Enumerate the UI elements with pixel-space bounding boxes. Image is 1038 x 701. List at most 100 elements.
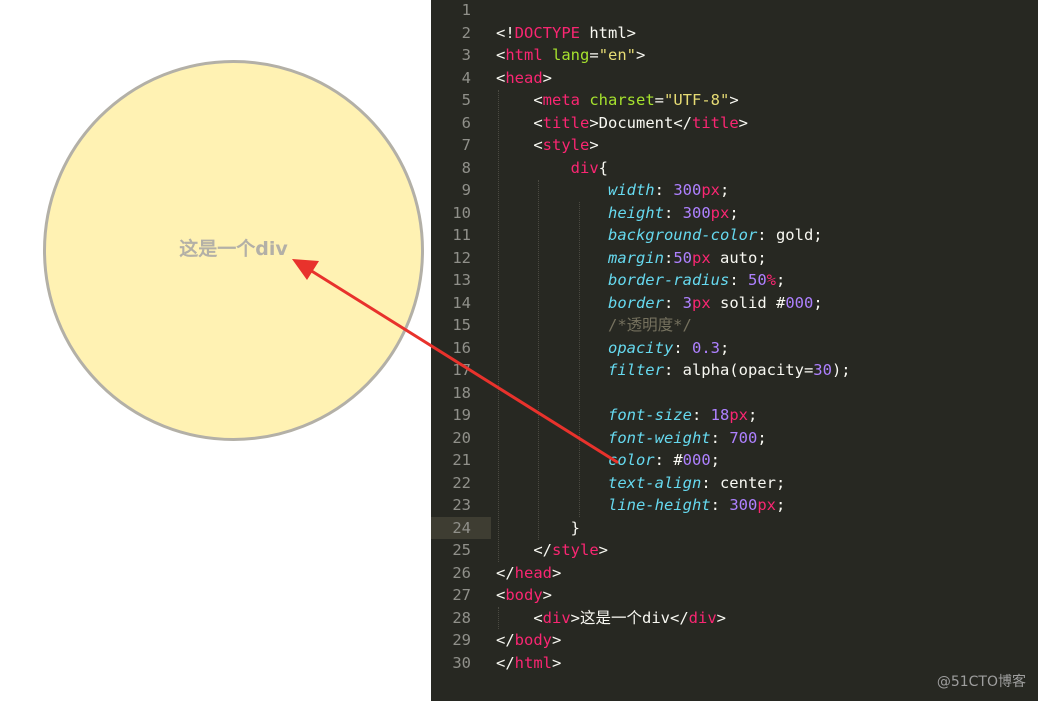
line-number: 25	[452, 541, 471, 559]
code-line[interactable]: 14 border: 3px solid #000;	[431, 292, 1038, 315]
line-number: 9	[461, 181, 471, 199]
line-number: 11	[452, 226, 471, 244]
line-number: 28	[452, 608, 471, 627]
code-token: : gold;	[757, 226, 823, 244]
code-line[interactable]: 25 </style>	[431, 539, 1038, 562]
code-token: <	[496, 136, 543, 154]
code-line[interactable]: 15 /*透明度*/	[431, 314, 1038, 337]
code-line[interactable]: 1	[431, 0, 1038, 22]
code-line[interactable]: 23 line-height: 300px;	[431, 494, 1038, 517]
code-line[interactable]: 28 <div>这是一个div</div>	[431, 607, 1038, 630]
code-line[interactable]: 5 <meta charset="UTF-8">	[431, 89, 1038, 112]
code-line[interactable]: 27 <body>	[431, 584, 1038, 607]
line-number: 23	[452, 496, 471, 514]
code-line[interactable]: 22 text-align: center;	[431, 472, 1038, 495]
code-token: px	[710, 203, 730, 222]
code-token: font-size	[607, 406, 692, 424]
code-line[interactable]: 17 filter: alpha(opacity=30);	[431, 359, 1038, 382]
code-line[interactable]: 24 }	[431, 516, 1038, 540]
code-token: ;	[813, 293, 823, 312]
code-token: style	[552, 541, 599, 559]
code-token: : center;	[701, 473, 786, 492]
code-token: /*透明度*/	[607, 316, 692, 334]
code-token: border	[607, 293, 664, 312]
code-line[interactable]: 12 margin:50px auto;	[431, 247, 1038, 270]
line-code: <head>	[496, 67, 552, 90]
line-number: 15	[452, 316, 471, 334]
line-number: 29	[452, 631, 471, 649]
code-token: background-color	[607, 226, 758, 244]
code-token: >	[552, 631, 562, 649]
code-line[interactable]: 16 opacity: 0.3;	[431, 337, 1038, 360]
code-line[interactable]: 3 <html lang="en">	[431, 44, 1038, 67]
code-token: ;	[719, 338, 730, 357]
code-line[interactable]: 7 <style>	[431, 134, 1038, 157]
line-number: 12	[452, 248, 471, 267]
code-line[interactable]: 6 <title>Document</title>	[431, 112, 1038, 135]
line-number: 22	[452, 473, 471, 492]
code-line[interactable]: 9 width: 300px;	[431, 179, 1038, 202]
code-line[interactable]: 19 font-size: 18px;	[431, 404, 1038, 427]
line-code: font-weight: 700;	[496, 427, 767, 450]
line-code: </head>	[496, 562, 561, 585]
code-line[interactable]: 2 <!DOCTYPE html>	[431, 22, 1038, 45]
code-token: >这是一个div</	[570, 608, 689, 627]
code-token: =	[589, 46, 599, 64]
line-code: border-radius: 50%;	[496, 269, 785, 292]
code-token: 700	[729, 428, 758, 447]
code-token: html	[505, 46, 543, 64]
code-token: html	[514, 653, 552, 672]
code-line[interactable]: 8 div{	[431, 157, 1038, 180]
line-number: 16	[452, 338, 471, 357]
code-token: margin	[607, 248, 664, 267]
line-code: font-size: 18px;	[496, 404, 757, 427]
code-token: px	[692, 293, 711, 312]
code-token: body	[505, 586, 543, 604]
line-number: 6	[461, 113, 471, 132]
code-token: head	[514, 563, 552, 582]
code-token: div	[542, 608, 571, 627]
code-token: {	[598, 158, 608, 177]
code-line[interactable]: 26 </head>	[431, 562, 1038, 585]
code-token: :	[710, 428, 730, 447]
code-line[interactable]: 21 color: #000;	[431, 449, 1038, 472]
line-number: 17	[452, 361, 471, 379]
code-token: 300	[682, 203, 711, 222]
line-code: text-align: center;	[496, 472, 785, 495]
code-token: charset	[589, 91, 655, 109]
code-token: text-align	[607, 473, 702, 492]
line-number: 2	[461, 23, 471, 42]
line-number: 8	[461, 158, 471, 177]
code-line[interactable]: 29 </body>	[431, 629, 1038, 652]
code-token: : #	[654, 451, 683, 469]
code-token: px	[757, 496, 776, 514]
line-number: 7	[461, 136, 471, 154]
code-token: ;	[720, 181, 730, 199]
code-line[interactable]: 10 height: 300px;	[431, 202, 1038, 225]
code-token: >	[552, 653, 562, 672]
line-code: }	[496, 517, 580, 540]
code-token: <	[496, 586, 506, 604]
code-line[interactable]: 4 <head>	[431, 67, 1038, 90]
code-line[interactable]: 18	[431, 382, 1038, 405]
code-token: 000	[785, 293, 814, 312]
code-token: </	[496, 541, 552, 559]
line-code: </style>	[496, 539, 608, 562]
code-token: ;	[729, 203, 739, 222]
code-line[interactable]: 20 font-weight: 700;	[431, 427, 1038, 450]
code-token: >Document</	[589, 113, 692, 132]
line-code: border: 3px solid #000;	[496, 292, 823, 315]
code-token: ;	[710, 451, 720, 469]
code-line[interactable]: 11 background-color: gold;	[431, 224, 1038, 247]
code-token: 000	[682, 451, 711, 469]
browser-preview: 这是一个div	[0, 0, 431, 701]
code-editor[interactable]: 1 2 <!DOCTYPE html> 3 <html lang="en"> 4 <head…	[431, 0, 1038, 701]
line-number: 19	[452, 406, 471, 424]
code-line[interactable]: 13 border-radius: 50%;	[431, 269, 1038, 292]
line-code: background-color: gold;	[496, 224, 823, 247]
